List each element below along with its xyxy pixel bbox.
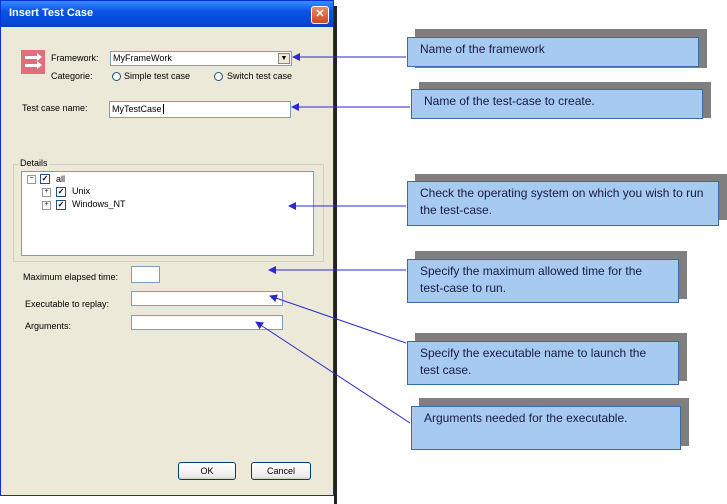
callout-max-time: Specify the maximum allowed time for the… xyxy=(407,259,679,303)
callout-executable: Specify the executable name to launch th… xyxy=(407,341,679,385)
callout-os: Check the operating system on which you … xyxy=(407,181,719,226)
arrow-arguments xyxy=(255,321,411,424)
callout-testcase-name: Name of the test-case to create. xyxy=(411,89,703,119)
callout-arguments: Arguments needed for the executable. xyxy=(411,406,681,450)
arrow-executable xyxy=(269,294,407,344)
callout-framework: Name of the framework xyxy=(407,37,699,67)
